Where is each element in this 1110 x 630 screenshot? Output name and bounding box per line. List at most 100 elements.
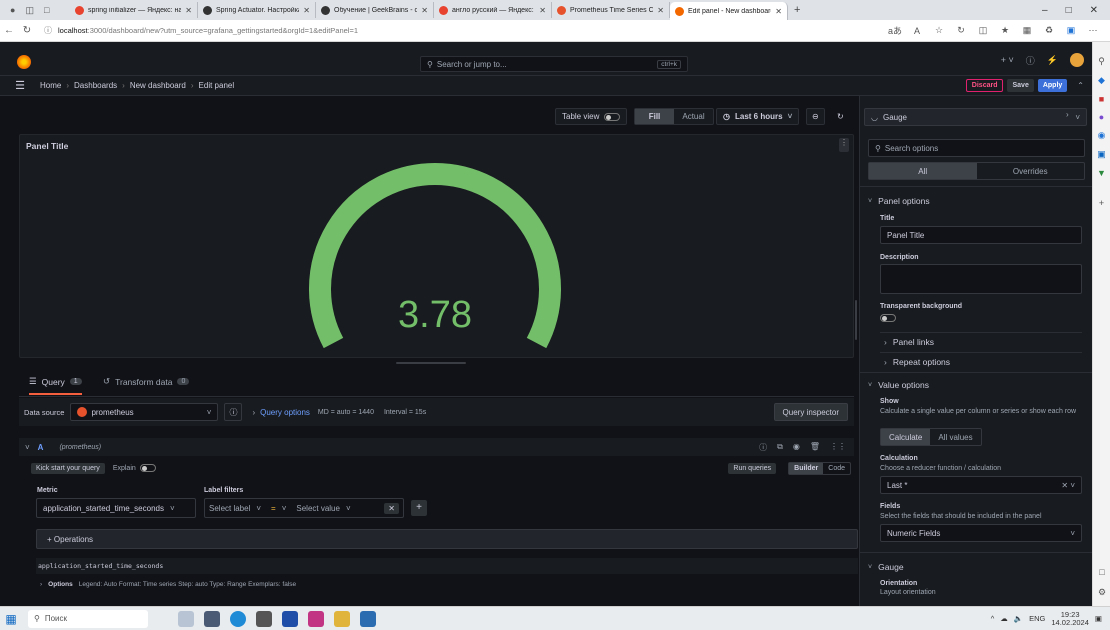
toggle-switch[interactable] [604,112,621,121]
add-sidebar-icon[interactable]: + [1099,198,1104,208]
favorites-bar-icon[interactable]: ★ [994,25,1016,36]
url-field[interactable]: ⓘ localhost:3000/dashboard/new?utm_sourc… [44,25,358,36]
new-icon[interactable]: + ˅ [1001,55,1014,65]
select-value-input[interactable]: Select value [296,504,340,513]
table-view-toggle[interactable]: Table view [555,108,628,125]
tools-icon[interactable]: ■ [1099,94,1104,104]
shield-icon[interactable] [282,610,298,627]
intellij-icon[interactable] [308,610,324,627]
tab-actions-icon[interactable]: □ [44,5,49,16]
data-source-select[interactable]: prometheus ˅ [70,403,219,421]
all-tab[interactable]: All [869,163,977,179]
screenshot-icon[interactable]: □ [1099,567,1104,577]
transparent-toggle[interactable] [880,314,896,322]
avatar[interactable] [1070,53,1084,67]
collections-icon[interactable]: ◫ [25,5,34,16]
search-input[interactable]: ⚲ Search or jump to... ctrl+k [420,56,688,72]
browser-tab[interactable]: Prometheus Time Series Collect✕ [552,2,670,18]
text-size-icon[interactable]: A [906,26,928,36]
browser-tab[interactable]: spring initializer — Яндекс: нашл ✕ [70,2,198,18]
query-inspector-button[interactable]: Query inspector [773,403,848,421]
settings-icon[interactable]: ⚙ [1098,587,1106,598]
browser-tab[interactable]: Edit panel - New dashboard - Da✕ [670,2,788,20]
all-values-option[interactable]: All values [930,433,980,442]
add-filter-icon[interactable]: + [411,500,427,516]
grafana-logo-icon[interactable] [17,55,31,69]
split-screen-icon[interactable]: ◫ [972,25,994,36]
people-icon[interactable]: ● [1099,112,1104,122]
breadcrumb-dashboards[interactable]: Dashboards [74,81,117,90]
collapse-icon[interactable]: ⌃ [1077,81,1084,90]
panel-options-section[interactable]: ˅ Panel options [868,196,930,206]
taskbar-search[interactable]: ⚲ Поиск [28,609,148,628]
restore-icon[interactable]: □ [1066,5,1072,16]
gauge-section[interactable]: ˅ Gauge [868,562,904,572]
visualization-picker[interactable]: ◡ Gauge ˅ [864,108,1087,126]
zoom-out-button[interactable]: ⊖ [806,108,825,125]
close-window-icon[interactable]: ✕ [1090,5,1098,16]
more-icon[interactable]: ⋯ [1082,25,1104,36]
fill-button[interactable]: Fill [635,109,674,124]
close-tab-icon[interactable]: ✕ [185,6,192,15]
duplicate-icon[interactable]: ⧉ [777,442,783,453]
outlook-icon[interactable]: ▣ [1097,149,1106,160]
edge-icon[interactable] [230,610,246,627]
help-icon[interactable]: ⓘ [1026,54,1035,67]
volume-icon[interactable]: 🔈 [1014,614,1023,623]
apply-button[interactable]: Apply [1037,79,1068,92]
save-button[interactable]: Save [1007,79,1034,92]
panel-menu-icon[interactable]: ⋮ [839,138,849,152]
reload-icon[interactable]: ↻ [18,25,36,36]
query-ref-id[interactable]: A [38,443,44,452]
shopping-icon[interactable]: ◆ [1098,75,1105,86]
widget-icon[interactable] [178,610,194,627]
run-queries-button[interactable]: Run queries [728,462,777,474]
options-row[interactable]: › Options Legend: Auto Format: Time seri… [36,577,858,591]
calculate-option[interactable]: Calculate [881,429,931,445]
value-options-section[interactable]: ˅ Value options [868,380,929,390]
operations-button[interactable]: + Operations [36,529,858,549]
actual-button[interactable]: Actual [674,112,713,121]
refresh-extension-icon[interactable]: ↻ [950,25,972,36]
query-row-header[interactable]: ˅ A (prometheus) ⓘ ⧉ ◉ 🗑 ⋮⋮ [19,438,854,456]
data-source-help-icon[interactable]: ⓘ [224,403,243,421]
news-icon[interactable]: ⚡ [1047,55,1058,66]
clock[interactable]: 19:23 14.02.2024 [1051,610,1089,627]
tab-query[interactable]: ☰ Query 1 [29,376,82,395]
vertical-splitter-handle[interactable] [855,300,857,340]
extensions-icon[interactable]: ♻ [1038,25,1060,36]
notifications-icon[interactable]: ▣ [1095,614,1102,623]
start-icon[interactable]: ▦ [0,612,22,626]
discard-button[interactable]: Discard [965,79,1004,92]
title-input[interactable]: Panel Title [880,226,1082,244]
drag-icon[interactable]: ⋮⋮ [830,442,846,453]
chevron-right-icon[interactable]: › [1066,110,1069,119]
select-label-input[interactable]: Select label [209,504,250,513]
close-tab-icon[interactable]: ✕ [775,7,782,16]
close-tab-icon[interactable]: ✕ [303,6,310,15]
panel-links-section[interactable]: › Panel links [884,337,934,347]
close-tab-icon[interactable]: ✕ [539,6,546,15]
explain-toggle[interactable] [139,464,156,472]
read-aloud-icon[interactable]: aあ [884,24,906,37]
delete-icon[interactable]: 🗑 [810,442,820,453]
hide-icon[interactable]: ◉ [793,442,800,453]
breadcrumb-home[interactable]: Home [40,81,61,90]
calculation-select[interactable]: Last * ✕ ˅ [880,476,1082,494]
breadcrumb-new-dashboard[interactable]: New dashboard [130,81,186,90]
search-options-input[interactable]: ⚲ Search options [868,139,1085,157]
builder-mode-button[interactable]: Builder [789,462,824,474]
code-mode-button[interactable]: Code [823,463,850,474]
back-icon[interactable]: ← [0,25,18,36]
minimize-icon[interactable]: – [1042,5,1048,16]
site-info-icon[interactable]: ⓘ [44,25,52,36]
close-tab-icon[interactable]: ✕ [657,6,664,15]
drop-icon[interactable]: ▼ [1097,168,1106,178]
tray-expand-icon[interactable]: ^ [991,614,995,623]
network-icon[interactable]: ☁ [1000,614,1008,623]
remove-filter-icon[interactable]: ✕ [384,502,399,514]
clear-icon[interactable]: ✕ ˅ [1061,481,1075,490]
splitter-handle[interactable] [396,362,466,364]
browser-tab[interactable]: Обучение | GeekBrains - образо ✕ [316,2,434,18]
collapse-chevron-icon[interactable]: ˅ [25,443,30,452]
